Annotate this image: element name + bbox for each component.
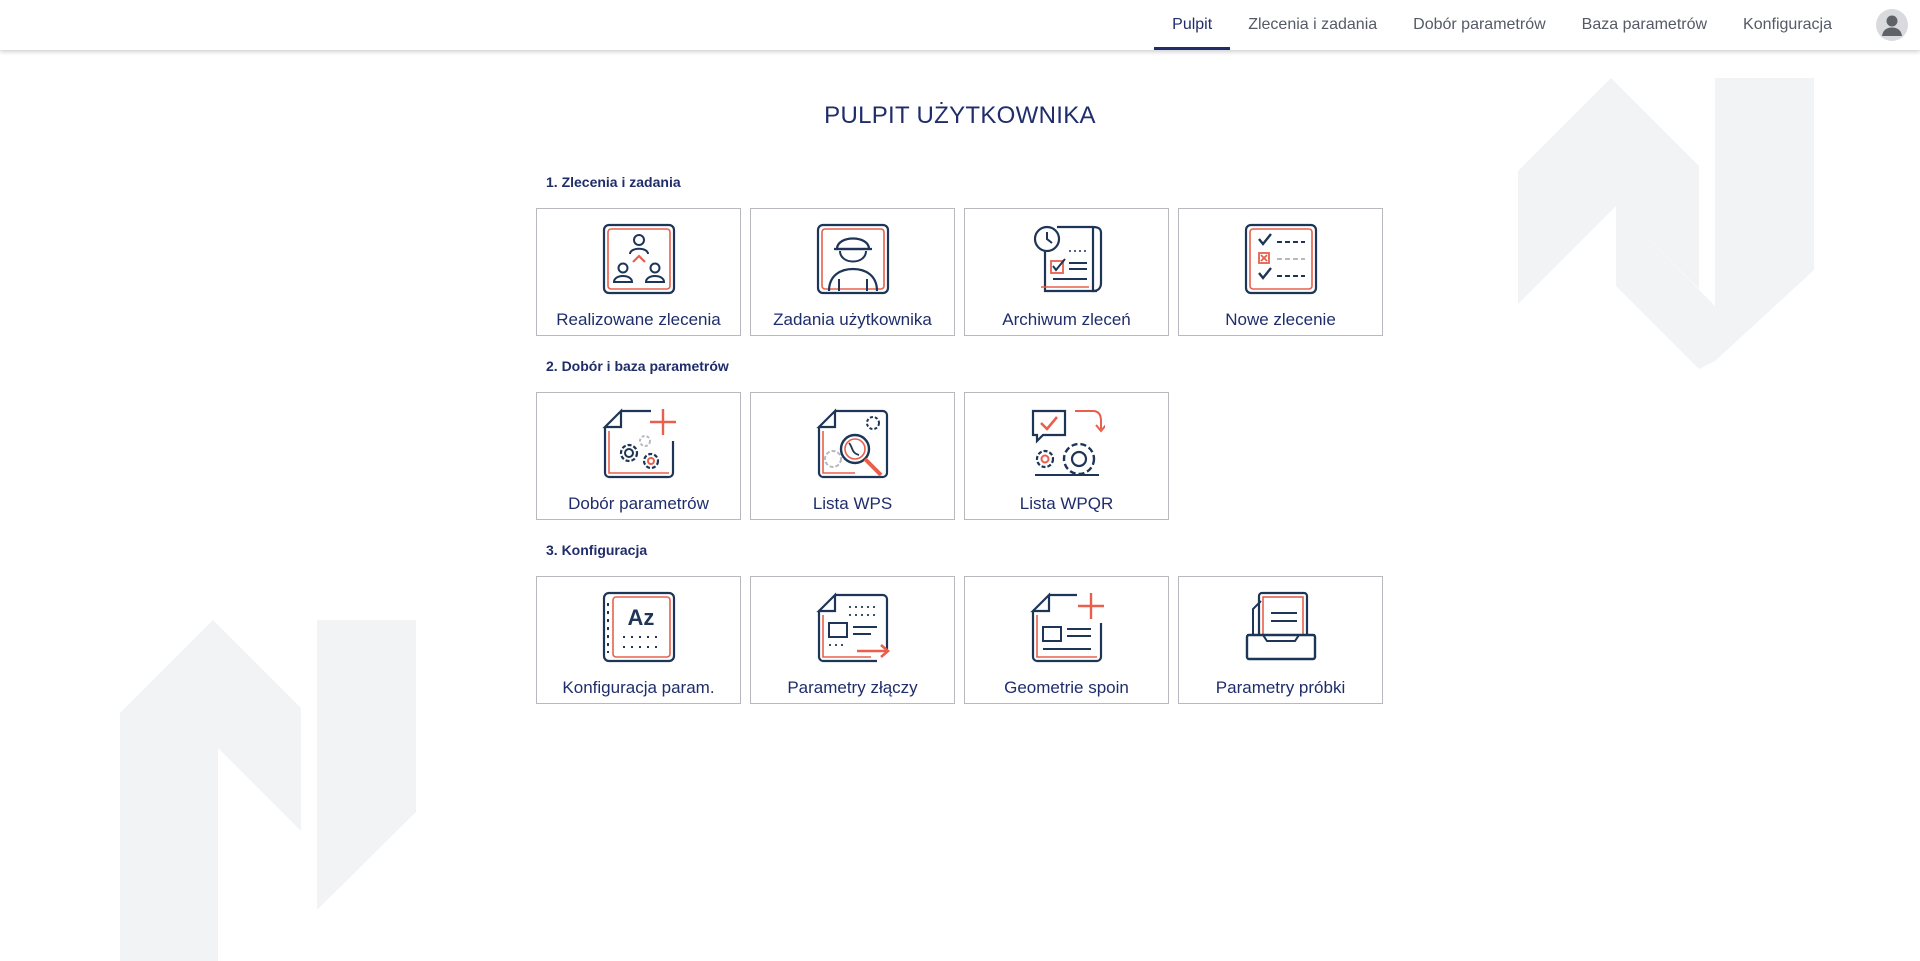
tile-parametry-zlaczy[interactable]: Parametry złączy [750,576,955,704]
chat-check-gears-icon [1029,407,1105,479]
top-navigation-bar: Pulpit Zlecenia i zadania Dobór parametr… [0,0,1920,50]
worker-helmet-icon [815,223,891,295]
tile-zadania-uzytkownika[interactable]: Zadania użytkownika [750,208,955,336]
tile-lista-wpqr[interactable]: Lista WPQR [964,392,1169,520]
nav-item-konfiguracja[interactable]: Konfiguracja [1725,0,1850,50]
tile-dobor-parametrow[interactable]: Dobór parametrów [536,392,741,520]
tile-lista-wps[interactable]: Lista WPS [750,392,955,520]
tile-label: Zadania użytkownika [773,310,932,329]
gears-add-icon [601,407,677,479]
tile-geometrie-spoin[interactable]: Geometrie spoin [964,576,1169,704]
tile-nowe-zlecenie[interactable]: Nowe zlecenie [1178,208,1383,336]
tile-archiwum-zlecen[interactable]: Archiwum zleceń [964,208,1169,336]
az-notebook-icon: Az [601,591,677,663]
section-title-konfiguracja: 3. Konfiguracja [546,542,648,558]
document-add-icon [1029,591,1105,663]
tile-label: Dobór parametrów [568,494,709,513]
tile-label: Konfiguracja param. [562,678,715,697]
svg-text:Az: Az [628,605,655,630]
nav-item-zlecenia-i-zadania[interactable]: Zlecenia i zadania [1230,0,1395,50]
document-arrow-icon [815,591,891,663]
team-hierarchy-icon [601,223,677,295]
tile-label: Parametry próbki [1215,678,1346,697]
tile-label: Lista WPQR [1019,494,1114,513]
user-avatar-icon [1882,15,1902,36]
file-tray-icon [1243,591,1319,663]
nav-item-pulpit[interactable]: Pulpit [1154,0,1231,50]
tile-label: Geometrie spoin [1004,678,1129,697]
page-title: PULPIT UŻYTKOWNIKA [824,102,1096,129]
nav-item-dobor-parametrow[interactable]: Dobór parametrów [1395,0,1564,50]
section-title-dobor: 2. Dobór i baza parametrów [546,358,729,374]
tile-label: Parametry złączy [787,678,918,697]
dashboard-main: PULPIT UŻYTKOWNIKA 1. Zlecenia i zadania… [0,50,1920,961]
tile-label: Archiwum zleceń [1002,310,1131,329]
tile-label: Lista WPS [812,494,893,513]
tile-label: Nowe zlecenie [1225,310,1336,329]
checklist-icon [1243,223,1319,295]
nav-item-baza-parametrow[interactable]: Baza parametrów [1564,0,1725,50]
magnifier-gears-icon [815,407,891,479]
clock-document-icon [1029,223,1105,295]
tile-parametry-probki[interactable]: Parametry próbki [1178,576,1383,704]
tile-realizowane-zlecenia[interactable]: Realizowane zlecenia [536,208,741,336]
main-nav: Pulpit Zlecenia i zadania Dobór parametr… [1154,0,1850,50]
section-title-zlecenia: 1. Zlecenia i zadania [546,174,681,190]
tile-konfiguracja-param[interactable]: Az Konfiguracja param. [536,576,741,704]
user-avatar-button[interactable] [1876,9,1908,41]
tile-label: Realizowane zlecenia [556,310,721,329]
